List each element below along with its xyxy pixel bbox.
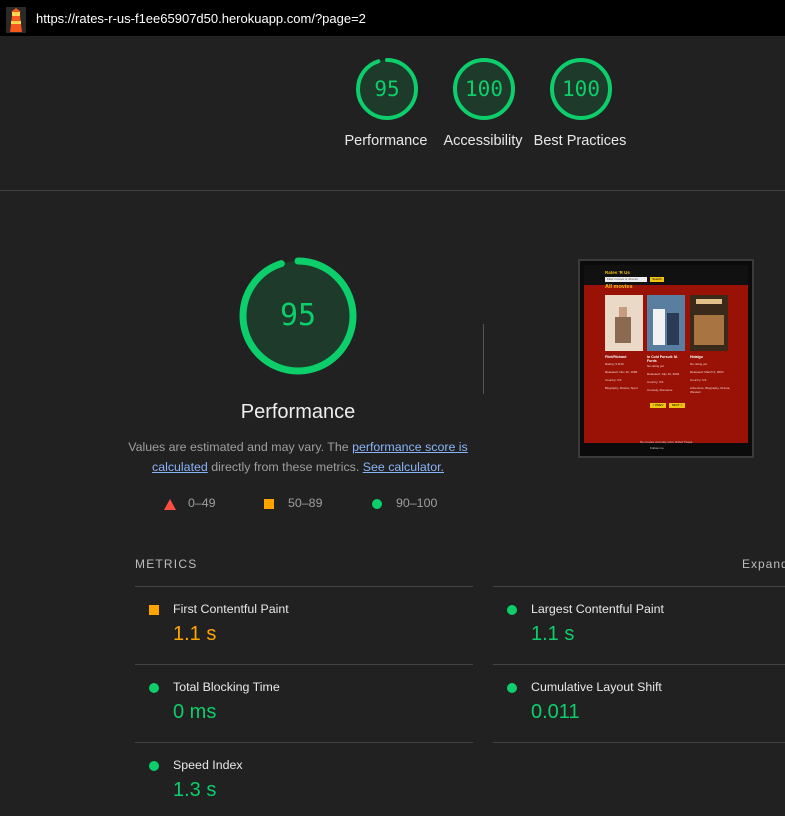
metric-value: 0.011	[531, 701, 580, 723]
circle-icon	[507, 605, 517, 615]
expand-view-toggle[interactable]: Expand view	[742, 557, 785, 571]
lighthouse-icon	[6, 7, 26, 33]
thumb-next-button: NEXT >	[669, 403, 685, 408]
thumb-navbar: Rates 'R Us Filter movies or director Se…	[584, 265, 748, 285]
thumb-movie-line: Adventure, Biography, Drama, Western	[690, 386, 731, 394]
thumb-movie-title: Hidalgo	[690, 355, 703, 359]
metric-si: Speed Index 1.3 s	[135, 743, 445, 815]
poster-image	[605, 295, 643, 351]
thumb-movie-title: Flint/Richard	[605, 355, 627, 359]
metric-tbt: Total Blocking Time 0 ms	[135, 665, 445, 737]
thumb-brand: Rates 'R Us	[605, 270, 630, 275]
metric-fcp: First Contentful Paint 1.1 s	[135, 587, 445, 659]
thumb-movie-line: Country: US	[647, 380, 664, 384]
divider	[493, 742, 785, 743]
thumb-movie-title: In Cold Pursuit: M. Fords	[647, 355, 678, 363]
circle-icon	[507, 683, 517, 693]
thumb-movie-line: Country: US	[690, 378, 707, 382]
thumb-movie-line: Released: July 16, 2004	[647, 372, 680, 376]
desc-prefix: Values are estimated and may vary. The	[128, 440, 353, 454]
address-bar: https://rates-r-us-f1ee65907d50.herokuap…	[0, 0, 785, 36]
gauge-label: Best Practices	[533, 133, 627, 149]
performance-description: Values are estimated and may vary. The p…	[128, 438, 468, 477]
legend-range: 0–49	[188, 496, 216, 510]
thumb-movie-line: Released: Nov 16, 1995	[605, 370, 638, 374]
legend-range: 90–100	[396, 496, 438, 510]
circle-icon	[372, 499, 382, 509]
metric-title: First Contentful Paint	[173, 602, 289, 616]
performance-gauge: 95	[238, 256, 358, 376]
poster-image	[647, 295, 685, 351]
performance-score: 95	[279, 298, 317, 333]
metric-value: 0 ms	[173, 701, 217, 723]
square-icon	[149, 605, 159, 615]
metrics-header: METRICS	[135, 557, 198, 571]
divider	[0, 190, 785, 191]
thumb-movie-line: No rating yet	[690, 362, 708, 366]
metric-title: Cumulative Layout Shift	[531, 680, 662, 694]
metric-title: Largest Contentful Paint	[531, 602, 664, 616]
metric-value: 1.1 s	[173, 623, 217, 645]
gauge-best-practices[interactable]: 100	[549, 57, 613, 121]
thumb-search-input: Filter movies or director	[605, 277, 647, 282]
gauge-performance[interactable]: 95	[355, 57, 419, 121]
triangle-icon	[164, 499, 176, 510]
thumb-movie-line: Rating: 5.9/10	[605, 362, 624, 366]
thumb-movie-line: Released: March 5, 2004	[690, 370, 724, 374]
metric-value: 1.3 s	[173, 779, 217, 801]
url-text[interactable]: https://rates-r-us-f1ee65907d50.herokuap…	[36, 11, 366, 26]
desc-middle: directly from these metrics.	[207, 459, 363, 474]
see-calculator-link[interactable]: See calculator.	[363, 460, 444, 474]
legend-range: 50–89	[288, 496, 323, 510]
thumb-movie-line: Country: US	[605, 378, 622, 382]
circle-icon	[149, 683, 159, 693]
square-icon	[264, 499, 274, 509]
thumb-movie-line: Comedy, Romance	[647, 388, 673, 392]
thumb-follow-text: Follow me	[650, 446, 664, 450]
metric-title: Total Blocking Time	[173, 680, 280, 694]
metric-cls: Cumulative Layout Shift 0.011	[493, 665, 785, 737]
vertical-separator	[483, 324, 484, 394]
metric-lcp: Largest Contentful Paint 1.1 s	[493, 587, 785, 659]
metric-value: 1.1 s	[531, 623, 575, 645]
thumb-prev-button: < PREV	[650, 403, 666, 408]
thumb-heading: All movies	[605, 284, 633, 290]
gauge-accessibility[interactable]: 100	[452, 57, 516, 121]
thumb-movie-line: No rating yet	[647, 364, 665, 368]
screenshot-page: Rates 'R Us Filter movies or director Se…	[584, 265, 748, 443]
thumb-footer-text: No movies currently exist, Rahul Thapa	[640, 440, 693, 444]
gauge-label: Performance	[344, 133, 428, 149]
circle-icon	[149, 761, 159, 771]
gauge-score: 100	[562, 77, 600, 101]
thumb-movie-line: Biography, Drama, Sport	[605, 386, 638, 390]
thumb-footer: No movies currently exist, Rahul Thapa F…	[580, 439, 744, 453]
metric-title: Speed Index	[173, 758, 243, 772]
gauge-score: 95	[374, 77, 400, 101]
gauge-label: Accessibility	[443, 133, 523, 149]
poster-image	[690, 295, 728, 351]
thumb-search-button: Search	[650, 277, 664, 282]
performance-title: Performance	[240, 401, 356, 423]
final-screenshot[interactable]: Rates 'R Us Filter movies or director Se…	[578, 259, 754, 458]
gauge-score: 100	[465, 77, 503, 101]
